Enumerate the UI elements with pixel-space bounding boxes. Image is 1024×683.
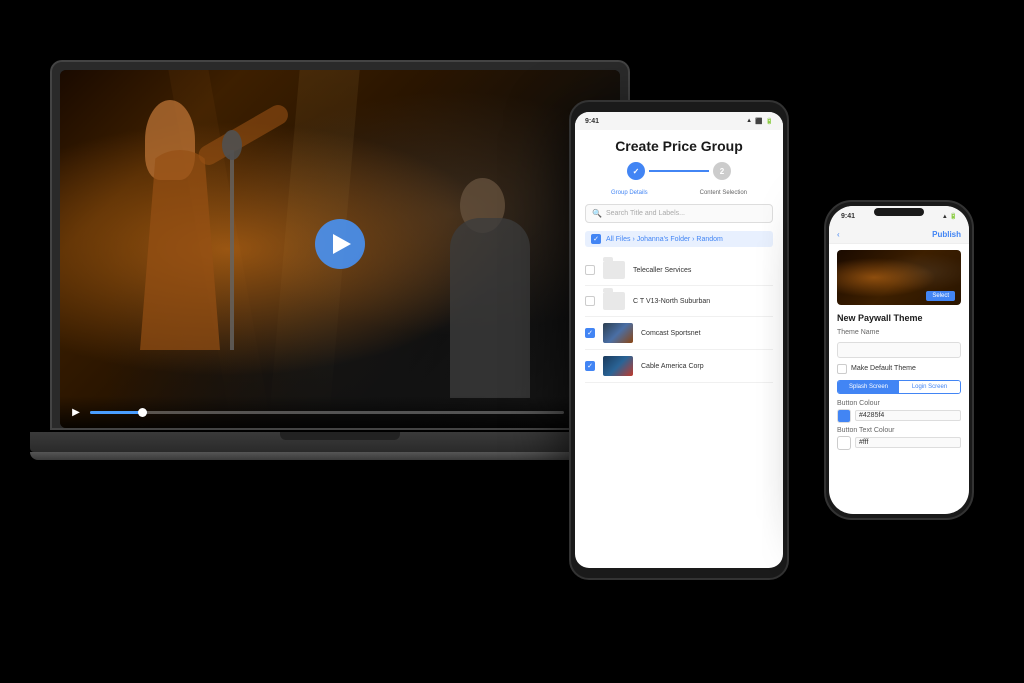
button-color-value[interactable]: #4285f4 <box>855 410 961 421</box>
default-theme-label: Make Default Theme <box>851 365 916 372</box>
tablet-content: Create Price Group ✓ 2 Group Details Con… <box>575 130 783 391</box>
search-icon: 🔍 <box>592 209 602 218</box>
default-theme-checkbox[interactable] <box>837 364 847 374</box>
button-text-color-swatch[interactable] <box>837 436 851 450</box>
microphone-head <box>222 130 242 160</box>
step-2-label: Content Selection <box>700 190 747 196</box>
step-1-label: Group Details <box>611 190 648 196</box>
scene: ▶ 0:06 🔊 <box>0 0 1024 683</box>
file-name-2: C T V13-North Suburban <box>633 298 773 305</box>
phone-content: Select New Paywall Theme Theme Name Make… <box>829 244 969 460</box>
video-thumb-img-1 <box>603 323 633 343</box>
breadcrumb-bar: ✓ All Files › Johanna's Folder › Random <box>585 231 773 247</box>
laptop-screen-inner: ▶ 0:06 🔊 <box>60 70 620 428</box>
singer-arm <box>195 101 292 168</box>
publish-button[interactable]: Publish <box>932 230 961 239</box>
theme-name-label: Theme Name <box>837 329 961 336</box>
phone-status-icons: ▲ 🔋 <box>942 213 957 220</box>
button-text-color-row: #fff <box>837 436 961 450</box>
progress-bar[interactable] <box>90 411 564 414</box>
tablet-screen: 9:41 ▲ ⬛ 🔋 Create Price Group ✓ 2 Group … <box>575 112 783 568</box>
default-theme-row: Make Default Theme <box>837 364 961 374</box>
button-text-color-section: Button Text Colour #fff <box>837 427 961 450</box>
play-icon-small[interactable]: ▶ <box>70 406 82 418</box>
file-checkbox-2[interactable] <box>585 296 595 306</box>
step-1-circle: ✓ <box>627 162 645 180</box>
video-thumb-2 <box>603 356 633 376</box>
login-screen-button[interactable]: Login Screen <box>899 381 960 393</box>
step-2-circle: 2 <box>713 162 731 180</box>
video-thumb-img-2 <box>603 356 633 376</box>
phone-notch <box>874 208 924 216</box>
laptop-notch <box>280 432 400 440</box>
guitarist-silhouette <box>420 178 570 398</box>
laptop-body: ▶ 0:06 🔊 <box>50 60 630 430</box>
select-all-checkbox[interactable]: ✓ <box>591 234 601 244</box>
laptop-screen: ▶ 0:06 🔊 <box>60 70 620 428</box>
file-name-3: Comcast Sportsnet <box>641 330 773 337</box>
button-color-section: Button Colour #4285f4 <box>837 400 961 423</box>
search-placeholder: Search Title and Labels... <box>606 210 685 217</box>
button-color-row: #4285f4 <box>837 409 961 423</box>
laptop-foot <box>30 452 650 460</box>
button-text-color-label: Button Text Colour <box>837 427 961 434</box>
tablet-device: 9:41 ▲ ⬛ 🔋 Create Price Group ✓ 2 Group … <box>569 100 789 580</box>
tablet-title: Create Price Group <box>585 138 773 154</box>
phone-section-title: New Paywall Theme <box>837 313 961 323</box>
list-item: ✓ Cable America Corp <box>585 350 773 383</box>
tablet-time: 9:41 <box>585 118 599 125</box>
video-thumb-1 <box>603 323 633 343</box>
tablet-statusbar: 9:41 ▲ ⬛ 🔋 <box>575 112 783 130</box>
button-color-swatch[interactable] <box>837 409 851 423</box>
phone-screen: 9:41 ▲ 🔋 ‹ Publish Select New Paywa <box>829 206 969 514</box>
concert-background: ▶ 0:06 🔊 <box>60 70 620 428</box>
play-button[interactable] <box>315 219 365 269</box>
file-name-1: Telecaller Services <box>633 267 773 274</box>
laptop: ▶ 0:06 🔊 <box>50 60 640 620</box>
file-list: Telecaller Services C T V13-North Suburb… <box>585 255 773 383</box>
folder-icon-2 <box>603 292 625 310</box>
list-item: Telecaller Services <box>585 255 773 286</box>
theme-name-input[interactable] <box>837 342 961 358</box>
phone-video-thumbnail: Select <box>837 250 961 305</box>
file-checkbox-3[interactable]: ✓ <box>585 328 595 338</box>
progress-handle[interactable] <box>138 408 147 417</box>
theme-name-group: Theme Name <box>837 329 961 358</box>
laptop-base <box>30 432 650 452</box>
file-name-4: Cable America Corp <box>641 363 773 370</box>
button-text-color-value[interactable]: #fff <box>855 437 961 448</box>
phone-header: ‹ Publish <box>829 226 969 244</box>
steps-labels: Group Details Content Selection <box>585 190 773 196</box>
phone-device: 9:41 ▲ 🔋 ‹ Publish Select New Paywa <box>824 200 974 520</box>
list-item: C T V13-North Suburban <box>585 286 773 317</box>
guitarist-body <box>450 218 530 398</box>
tablet-search[interactable]: 🔍 Search Title and Labels... <box>585 204 773 223</box>
list-item: ✓ Comcast Sportsnet <box>585 317 773 350</box>
steps-bar: ✓ 2 <box>585 162 773 180</box>
phone-time: 9:41 <box>841 213 855 220</box>
select-button[interactable]: Select <box>926 291 955 301</box>
play-triangle-icon <box>333 234 351 254</box>
splash-screen-button[interactable]: Splash Screen <box>838 381 899 393</box>
splash-login-toggle: Splash Screen Login Screen <box>837 380 961 394</box>
tablet-status-icons: ▲ ⬛ 🔋 <box>746 118 773 125</box>
file-checkbox-1[interactable] <box>585 265 595 275</box>
breadcrumb-text: All Files › Johanna's Folder › Random <box>606 236 723 243</box>
folder-icon <box>603 261 625 279</box>
back-button[interactable]: ‹ <box>837 230 840 239</box>
file-checkbox-4[interactable]: ✓ <box>585 361 595 371</box>
video-controls: ▶ 0:06 🔊 <box>60 396 620 428</box>
singer-body <box>140 150 220 350</box>
microphone-stand <box>230 150 234 350</box>
button-color-label: Button Colour <box>837 400 961 407</box>
singer-silhouette <box>120 90 300 350</box>
step-line <box>649 170 709 172</box>
